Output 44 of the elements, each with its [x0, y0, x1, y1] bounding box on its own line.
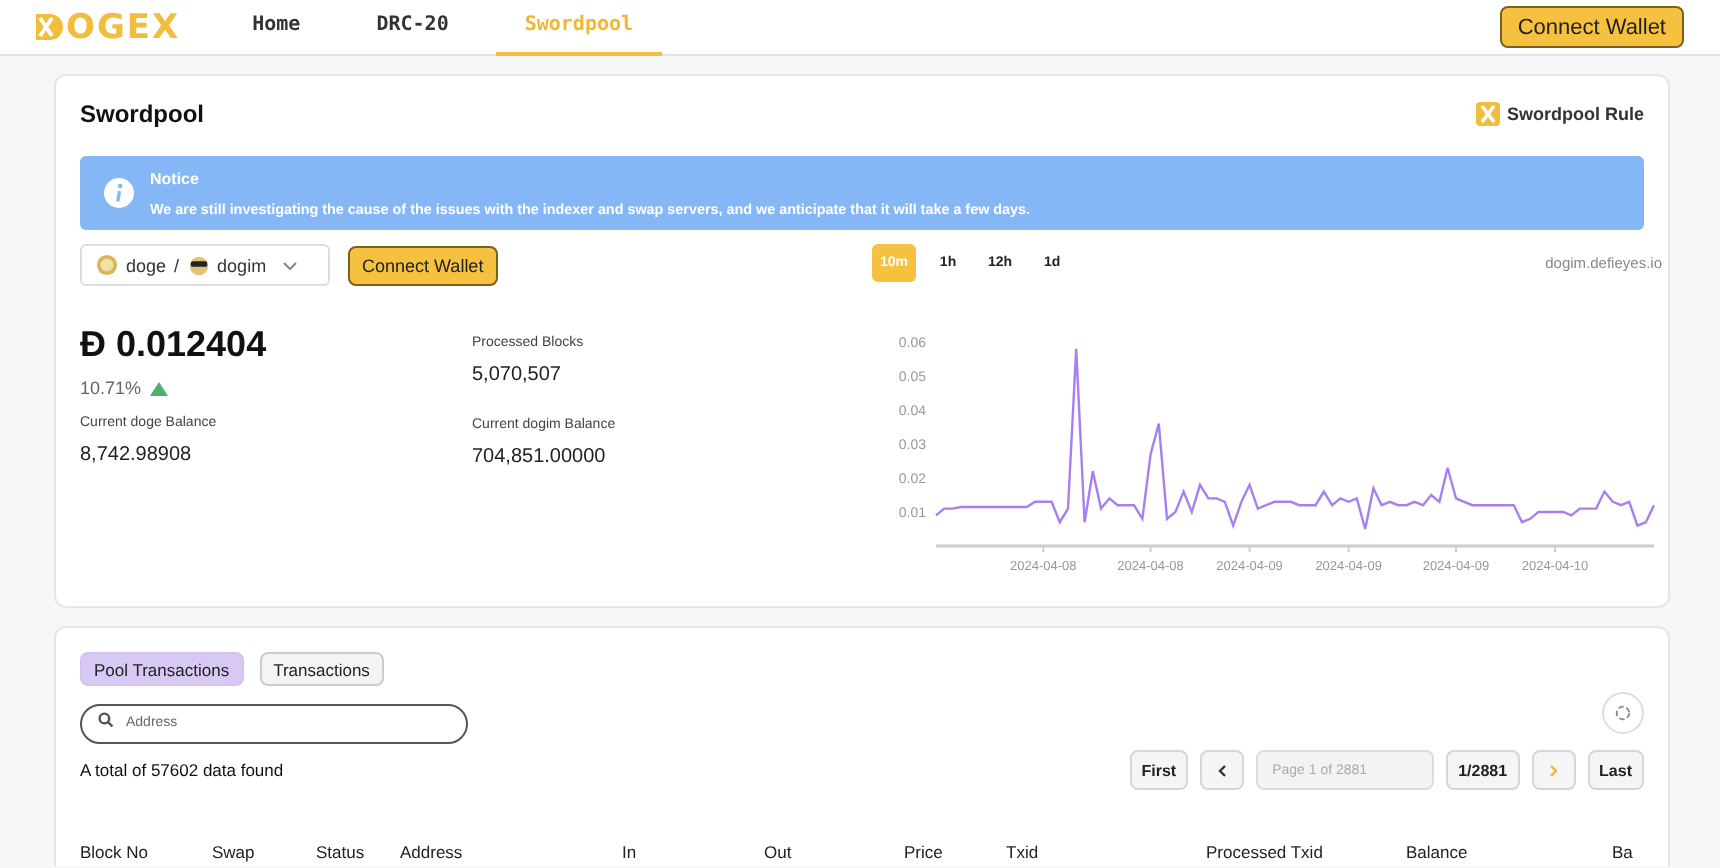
- connect-wallet-button[interactable]: Connect Wallet: [1499, 6, 1684, 48]
- logo-text: OGEX: [66, 7, 181, 47]
- column-header: Block No: [80, 842, 151, 862]
- page-count-button[interactable]: 1/2881: [1446, 750, 1520, 790]
- column-header: Address: [400, 842, 465, 862]
- tab[interactable]: Transactions: [259, 652, 384, 686]
- price-value: Đ 0.012404: [80, 324, 269, 366]
- pair-select[interactable]: doge / dogim: [80, 244, 330, 286]
- column-header: Txid: [1006, 842, 1041, 862]
- previous-page-button[interactable]: [1200, 750, 1245, 790]
- change-percent: 10.71%: [80, 378, 142, 398]
- refresh-icon: [1614, 704, 1632, 722]
- first-page-button[interactable]: First: [1129, 750, 1189, 790]
- total-count: A total of 57602 data found: [80, 760, 284, 780]
- nav-tab[interactable]: DRC-20: [348, 0, 477, 55]
- stat-value: 704,851.00000: [472, 446, 608, 468]
- column-header: Status: [316, 842, 367, 862]
- logo-icon: [1475, 102, 1499, 126]
- nav-tab[interactable]: Home: [224, 0, 329, 55]
- card-title: Swordpool: [80, 100, 204, 128]
- column-header: Out: [764, 842, 794, 862]
- stat-value: 5,070,507: [472, 364, 563, 386]
- column-header: Ba: [1612, 842, 1635, 862]
- notice-title: Notice: [150, 169, 201, 187]
- chevron-left-icon: [1216, 763, 1229, 777]
- chevron-right-icon: [1547, 763, 1560, 777]
- info-icon: [104, 178, 134, 208]
- logo-icon: [34, 12, 64, 42]
- tab[interactable]: Pool Transactions: [80, 652, 244, 686]
- column-header: In: [622, 842, 639, 862]
- coin-icon: [187, 254, 210, 276]
- last-page-button[interactable]: Last: [1587, 750, 1644, 790]
- column-header: Balance: [1406, 842, 1470, 862]
- column-header: Swap: [212, 842, 257, 862]
- search-icon: [98, 712, 114, 728]
- next-page-button[interactable]: [1531, 750, 1576, 790]
- connect-wallet-button[interactable]: Connect Wallet: [348, 245, 498, 285]
- column-header: Price: [904, 842, 945, 862]
- refresh-button[interactable]: [1602, 692, 1644, 734]
- stat-value: 8,742.98908: [80, 444, 194, 466]
- chevron-down-icon: [282, 257, 299, 273]
- rule-link[interactable]: Swordpool Rule: [1475, 102, 1644, 126]
- coin-icon: [96, 254, 118, 276]
- column-header: Processed Txid: [1206, 842, 1325, 862]
